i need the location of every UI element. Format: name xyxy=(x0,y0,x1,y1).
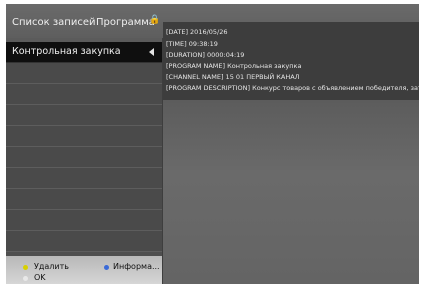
info-program-name: [PROGRAM NAME] Контрольная закупка xyxy=(166,62,302,70)
chevron-left-icon xyxy=(149,48,154,56)
tab-record-list[interactable]: Список записей xyxy=(12,17,96,28)
list-item-selected[interactable]: Контрольная закупка xyxy=(6,42,162,63)
list-item-empty[interactable] xyxy=(6,210,162,231)
info-hint[interactable]: Информа... xyxy=(113,262,160,271)
list-item-empty[interactable] xyxy=(6,189,162,210)
footer-hints: Удалить Информа... OK xyxy=(6,256,162,284)
list-item-empty[interactable] xyxy=(6,147,162,168)
delete-hint[interactable]: Удалить xyxy=(34,262,69,271)
record-list: Контрольная закупка xyxy=(6,42,162,256)
list-item-label: Контрольная закупка xyxy=(12,46,121,57)
lock-icon: 🔒 xyxy=(149,15,161,25)
tab-program[interactable]: Программа xyxy=(96,17,155,28)
info-duration: [DURATION] 0000:04:19 xyxy=(166,51,245,59)
video-preview xyxy=(163,100,419,284)
ok-button-icon xyxy=(23,276,28,281)
list-item-empty[interactable] xyxy=(6,84,162,105)
program-info-panel: [DATE] 2016/05/26 [TIME] 09:38:19 [DURAT… xyxy=(163,22,419,100)
yellow-button-icon xyxy=(23,265,28,270)
list-item-empty[interactable] xyxy=(6,231,162,252)
ok-hint[interactable]: OK xyxy=(34,273,46,282)
list-item-empty[interactable] xyxy=(6,126,162,147)
tv-screen: Список записей Программа 🔒 Контрольная з… xyxy=(6,4,419,284)
info-date: [DATE] 2016/05/26 xyxy=(166,28,228,36)
info-channel-name: [CHANNEL NAME] 15 01 ПЕРВЫЙ КАНАЛ xyxy=(166,73,300,81)
list-item-empty[interactable] xyxy=(6,63,162,84)
list-item-empty[interactable] xyxy=(6,105,162,126)
info-program-description: [PROGRAM DESCRIPTION] Конкурс товаров с … xyxy=(166,84,419,92)
blue-button-icon xyxy=(104,265,109,270)
info-time: [TIME] 09:38:19 xyxy=(166,40,218,48)
list-item-empty[interactable] xyxy=(6,168,162,189)
